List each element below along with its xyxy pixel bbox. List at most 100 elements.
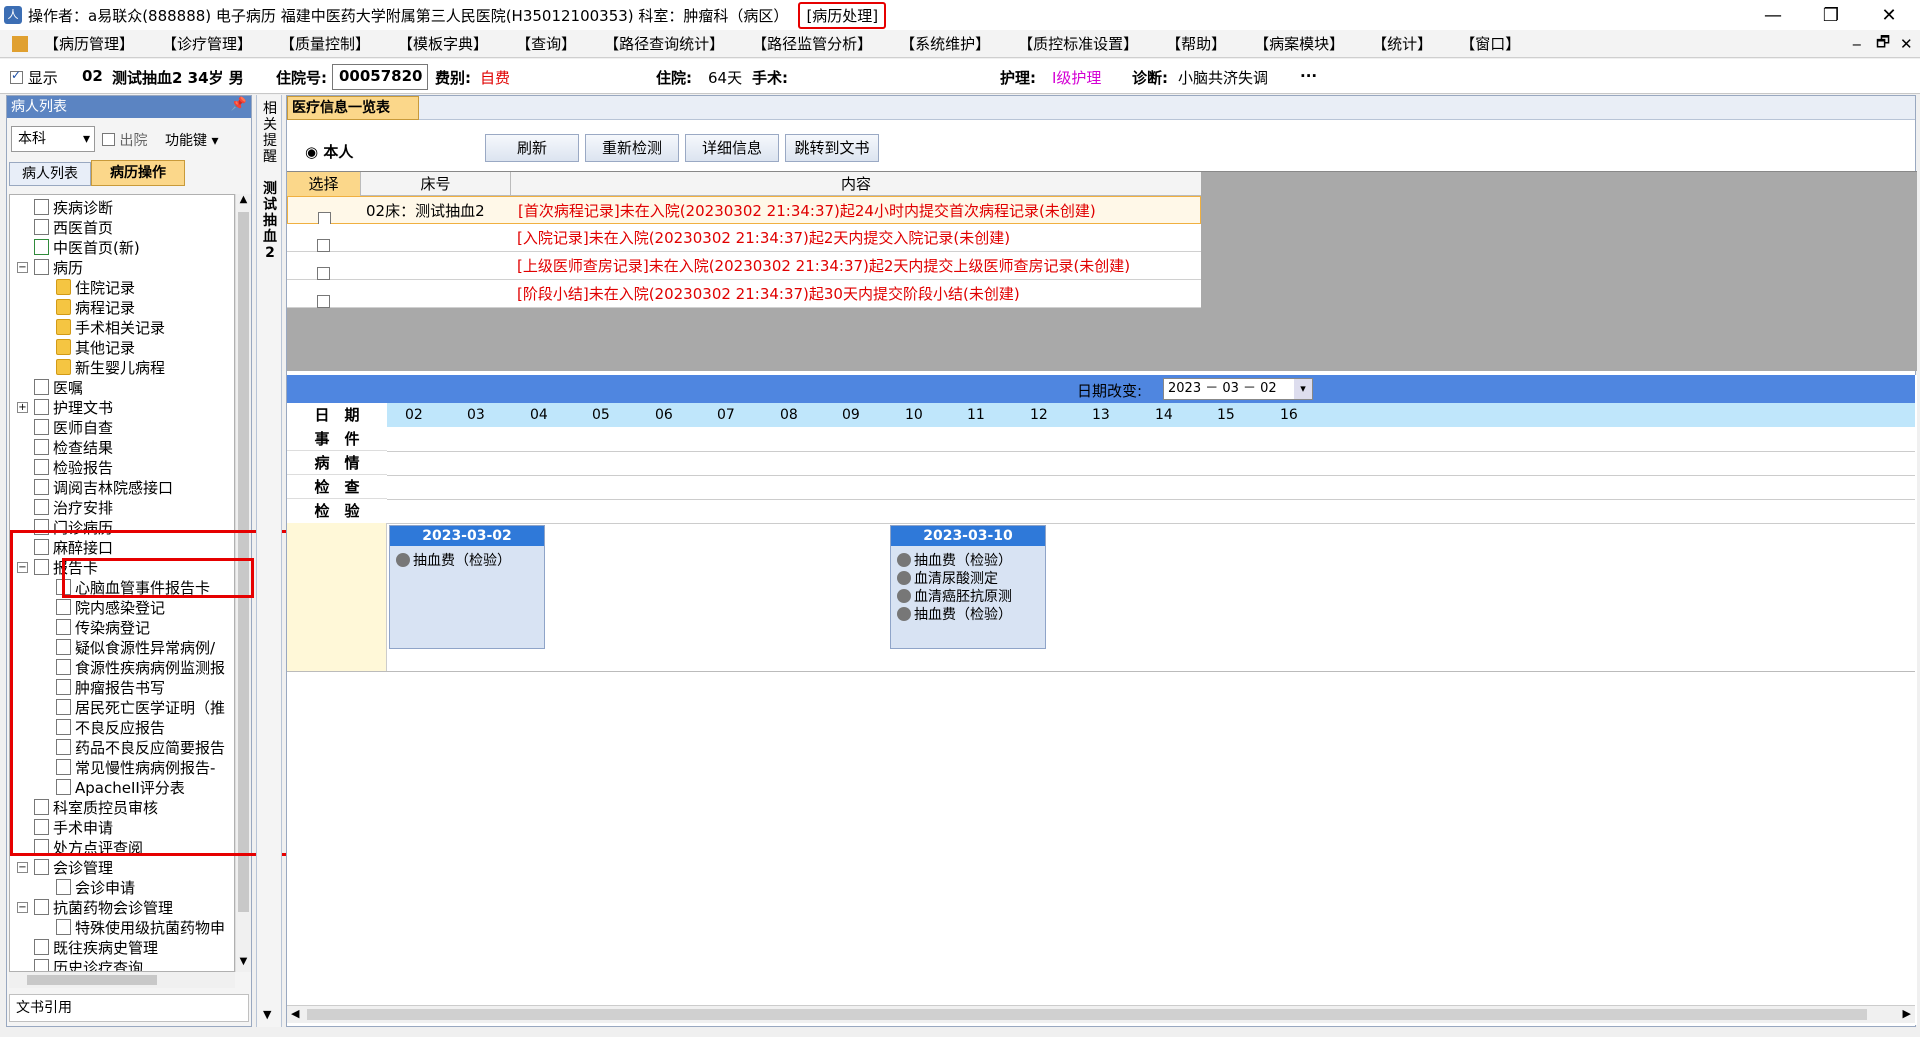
event-item: 抽血费（检验） xyxy=(390,546,544,576)
function-key-label: 功能键 xyxy=(165,133,207,149)
tree-horizontal-scrollbar[interactable] xyxy=(9,972,235,988)
menu-record[interactable]: 【病历管理】 xyxy=(44,33,134,54)
column-header-select[interactable]: 选择 xyxy=(287,172,361,196)
table-row[interactable]: 02床：测试抽血2 [首次病程记录]未在入院(20230302 21:34:37… xyxy=(287,196,1201,225)
scroll-left-icon[interactable]: ◀ xyxy=(291,1007,299,1020)
mdi-close-icon[interactable]: ✕ xyxy=(1900,30,1913,58)
collapse-icon[interactable]: − xyxy=(17,902,28,913)
day-label: 11 xyxy=(967,407,985,423)
menu-qc-standard[interactable]: 【质控标准设置】 xyxy=(1018,33,1138,54)
tree-node[interactable]: 历史诊疗查询 xyxy=(34,957,143,971)
tab-medical-overview[interactable]: 医疗信息一览表 xyxy=(287,96,419,120)
collapse-icon[interactable]: − xyxy=(17,262,28,273)
column-header-bed[interactable]: 床号 xyxy=(361,172,511,196)
content-cell: [首次病程记录]未在入院(20230302 21:34:37)起24小时内提交首… xyxy=(518,202,1096,220)
lab-event-card[interactable]: 2023-03-02 抽血费（检验） xyxy=(389,525,545,649)
menu-diagnosis[interactable]: 【诊疗管理】 xyxy=(162,33,252,54)
tab-record-operations[interactable]: 病历操作 xyxy=(91,160,185,186)
maximize-icon[interactable]: ❐ xyxy=(1802,0,1860,30)
scroll-down-icon[interactable]: ▼ xyxy=(263,1008,271,1021)
discharge-checkbox[interactable] xyxy=(102,133,115,146)
tree-node[interactable]: 特殊使用级抗菌药物申 xyxy=(56,917,225,937)
menu-path-stats[interactable]: 【路径查询统计】 xyxy=(604,33,724,54)
tree-node[interactable]: 病程记录 xyxy=(56,297,135,317)
menu-template[interactable]: 【模板字典】 xyxy=(398,33,488,54)
menu-query[interactable]: 【查询】 xyxy=(516,33,576,54)
tree-node[interactable]: 抗菌药物会诊管理 xyxy=(34,897,173,917)
function-key-menu[interactable]: 功能键 ▾ xyxy=(165,130,218,150)
tab-patient[interactable]: 测试抽血2 xyxy=(262,181,278,261)
tree-node[interactable]: 护理文书 xyxy=(34,397,113,417)
tree-node[interactable]: 既往疾病史管理 xyxy=(34,937,158,957)
recheck-button[interactable]: 重新检测 xyxy=(585,134,679,162)
tree-node[interactable]: 检验报告 xyxy=(34,457,113,477)
pin-icon[interactable]: 📌 xyxy=(231,97,247,112)
menu-stats[interactable]: 【统计】 xyxy=(1372,33,1432,54)
tree-node[interactable]: 医师自查 xyxy=(34,417,113,437)
mdi-minimize-icon[interactable]: ‒ xyxy=(1852,30,1862,58)
title-bar: 人 操作者：a易联众(888888) 电子病历 福建中医药大学附属第三人民医院(… xyxy=(0,0,1920,30)
row-divider xyxy=(387,475,1915,476)
table-row[interactable]: [上级医师查房记录]未在入院(20230302 21:34:37)起2天内提交上… xyxy=(287,252,1201,280)
table-row[interactable]: [阶段小结]未在入院(20230302 21:34:37)起30天内提交阶段小结… xyxy=(287,280,1201,308)
lab-event-card[interactable]: 2023-03-10 抽血费（检验） 血清尿酸测定 血清癌胚抗原测 抽血费（检验… xyxy=(890,525,1046,649)
show-checkbox[interactable] xyxy=(10,68,23,84)
close-icon[interactable]: ✕ xyxy=(1860,0,1918,30)
scroll-thumb[interactable] xyxy=(307,1009,1867,1020)
discharge-toggle[interactable]: 出院 xyxy=(102,130,147,150)
menu-system[interactable]: 【系统维护】 xyxy=(900,33,990,54)
tree-node[interactable]: 治疗安排 xyxy=(34,497,113,517)
date-picker[interactable]: 2023 － 03 － 02 ▾ xyxy=(1163,378,1313,400)
tab-patient-list[interactable]: 病人列表 xyxy=(9,162,91,186)
minimize-icon[interactable]: — xyxy=(1744,0,1802,30)
folder-icon xyxy=(56,319,71,335)
bed-cell xyxy=(365,252,505,280)
stay-label: 住院: xyxy=(656,69,692,87)
tree-node[interactable]: 其他记录 xyxy=(56,337,135,357)
tree-node[interactable]: 西医首页 xyxy=(34,217,113,237)
menu-path-analysis[interactable]: 【路径监管分析】 xyxy=(752,33,872,54)
tree-node[interactable]: 中医首页(新) xyxy=(34,237,140,257)
menu-help[interactable]: 【帮助】 xyxy=(1166,33,1226,54)
tree-node[interactable]: 检查结果 xyxy=(34,437,113,457)
tree-node[interactable]: 住院记录 xyxy=(56,277,135,297)
fee-label: 费别: xyxy=(435,69,471,87)
event-date: 2023-03-02 xyxy=(390,526,544,546)
stay-days: 64天 xyxy=(708,69,743,87)
check-icon xyxy=(34,239,49,255)
menu-quality[interactable]: 【质量控制】 xyxy=(280,33,370,54)
tree-node[interactable]: 疾病诊断 xyxy=(34,197,113,217)
refresh-button[interactable]: 刷新 xyxy=(485,134,579,162)
tree-node[interactable]: 手术相关记录 xyxy=(56,317,165,337)
dept-select[interactable]: 本科 ▾ xyxy=(11,126,95,152)
tree-node[interactable]: 新生婴儿病程 xyxy=(56,357,165,377)
scroll-up-icon[interactable]: ▲ xyxy=(236,194,251,210)
show-toggle[interactable]: 显示 xyxy=(10,67,58,88)
tree-node[interactable]: 病历 xyxy=(34,257,83,277)
tree-node[interactable]: 会诊管理 xyxy=(34,857,113,877)
tree-node[interactable]: 会诊申请 xyxy=(56,877,135,897)
chevron-down-icon[interactable]: ▾ xyxy=(1294,379,1312,399)
menu-case[interactable]: 【病案模块】 xyxy=(1254,33,1344,54)
table-row[interactable]: [入院记录]未在入院(20230302 21:34:37)起2天内提交入院记录(… xyxy=(287,224,1201,252)
menu-window[interactable]: 【窗口】 xyxy=(1460,33,1520,54)
mdi-restore-icon[interactable]: 🗗 xyxy=(1876,30,1890,58)
timeline-horizontal-scrollbar[interactable]: ◀ ▶ xyxy=(287,1005,1915,1023)
tree-node[interactable]: 调阅吉林院感接口 xyxy=(34,477,173,497)
jump-to-document-button[interactable]: 跳转到文书 xyxy=(785,134,879,162)
row-checkbox[interactable] xyxy=(317,288,357,316)
document-reference-tab[interactable]: 文书引用 xyxy=(9,994,249,1022)
expand-icon[interactable]: + xyxy=(17,402,28,413)
admission-number-field[interactable]: 00057820 xyxy=(332,64,428,90)
self-radio[interactable]: ◉ 本人 xyxy=(305,141,353,162)
tab-related-reminders[interactable]: 相关提醒 xyxy=(262,101,278,165)
tree-node[interactable]: 医嘱 xyxy=(34,377,83,397)
scroll-down-icon[interactable]: ▼ xyxy=(236,956,251,972)
document-icon xyxy=(34,439,49,455)
scroll-right-icon[interactable]: ▶ xyxy=(1903,1007,1911,1020)
details-button[interactable]: 详细信息 xyxy=(685,134,779,162)
more-button[interactable]: ··· xyxy=(1300,67,1317,85)
scroll-thumb[interactable] xyxy=(27,975,157,985)
column-header-content[interactable]: 内容 xyxy=(511,172,1201,196)
collapse-icon[interactable]: − xyxy=(17,862,28,873)
